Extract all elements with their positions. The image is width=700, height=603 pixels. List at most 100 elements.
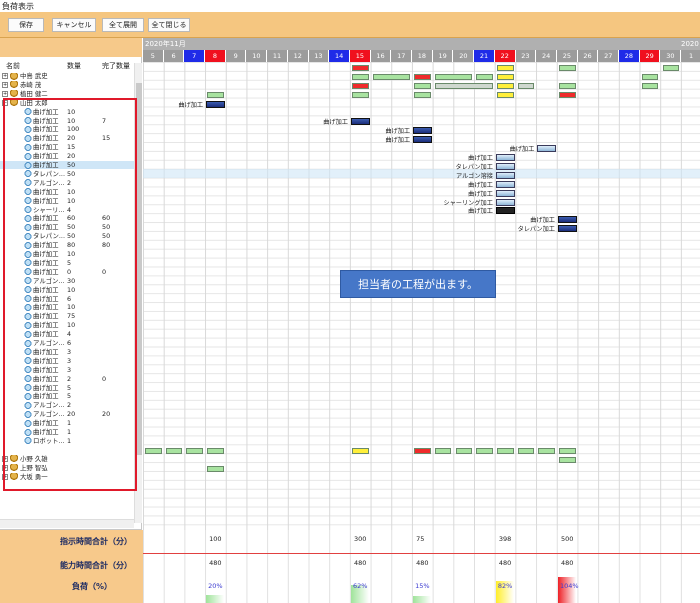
task-bar[interactable] — [413, 136, 432, 144]
tree-row[interactable]: + 中島 武史 — [0, 72, 134, 80]
load-meter — [413, 595, 432, 603]
load-bar[interactable] — [145, 447, 162, 454]
summary-value: 75 — [416, 535, 425, 543]
load-bar[interactable] — [559, 65, 576, 71]
day-cell: 23 — [515, 50, 537, 62]
load-bar[interactable] — [186, 447, 204, 454]
summary-value: 100 — [209, 535, 222, 543]
save-button[interactable]: 保存 — [8, 18, 44, 32]
task-bar[interactable] — [495, 171, 515, 179]
load-bar[interactable] — [496, 82, 514, 89]
day-cell: 28 — [619, 50, 640, 62]
month-label: 2020年11月 — [145, 40, 186, 48]
tree-row[interactable]: + 赤崎 茂 — [0, 81, 134, 89]
day-cell: 16 — [370, 50, 392, 62]
task-bar[interactable] — [413, 127, 432, 135]
load-bar[interactable] — [496, 65, 514, 71]
load-bar[interactable] — [434, 82, 493, 89]
task-label: タレパン加工 — [517, 226, 555, 234]
load-bar[interactable] — [207, 447, 224, 454]
tree-horizontal-scrollbar[interactable] — [0, 519, 134, 528]
expand-toggle-icon[interactable]: + — [2, 81, 8, 88]
load-bar[interactable] — [559, 447, 576, 454]
load-bar[interactable] — [352, 73, 369, 80]
summary-value: 480 — [498, 559, 512, 567]
day-cell: 14 — [329, 50, 350, 62]
tree-row[interactable]: + 植田 健二 — [0, 90, 134, 98]
day-cell: 22 — [494, 50, 516, 62]
next-month-label: 2020 — [681, 40, 699, 48]
task-bar[interactable] — [206, 100, 225, 108]
load-bar[interactable] — [517, 82, 535, 89]
load-bar[interactable] — [496, 73, 514, 80]
day-cell: 26 — [577, 50, 599, 62]
expand-toggle-icon[interactable]: + — [2, 90, 8, 97]
task-label: 曲げ加工 — [468, 155, 493, 162]
load-bar[interactable] — [496, 447, 514, 454]
collapse-all-button[interactable]: 全て閉じる — [148, 18, 190, 32]
load-bar[interactable] — [352, 91, 369, 98]
task-label: 曲げ加工 — [530, 217, 555, 225]
task-bar[interactable] — [495, 189, 515, 197]
load-bar[interactable] — [517, 447, 535, 454]
load-bar[interactable] — [414, 91, 431, 98]
load-bar[interactable] — [414, 73, 431, 80]
task-label: 曲げ加工 — [385, 137, 411, 145]
load-bar[interactable] — [372, 73, 411, 80]
task-label: 曲げ加工 — [178, 101, 204, 109]
load-bar[interactable] — [207, 465, 224, 472]
task-bar[interactable] — [495, 198, 515, 206]
task-bar[interactable] — [537, 145, 556, 153]
load-bar[interactable] — [414, 447, 431, 454]
task-bar[interactable] — [495, 207, 515, 215]
task-bar[interactable] — [495, 154, 515, 161]
callout-note: 担当者の工程が出ます。 — [340, 270, 496, 298]
task-bar[interactable] — [495, 162, 515, 170]
day-cell: 17 — [391, 50, 413, 62]
load-bar[interactable] — [352, 447, 369, 454]
load-bar[interactable] — [352, 65, 369, 71]
load-bar[interactable] — [455, 447, 473, 454]
load-bar[interactable] — [476, 73, 493, 80]
tree-row-name: 中島 武史 — [20, 72, 48, 80]
tree-header-name[interactable]: 名前 — [6, 61, 20, 71]
task-bar[interactable] — [558, 225, 577, 233]
tree-header-qty[interactable]: 数量 — [67, 61, 81, 71]
day-cell: 19 — [432, 50, 454, 62]
tree-top-strip — [0, 38, 142, 57]
expand-toggle-icon[interactable]: + — [2, 73, 8, 79]
load-bar[interactable] — [207, 91, 224, 98]
load-bar[interactable] — [496, 91, 514, 98]
load-bar[interactable] — [559, 456, 576, 463]
window-title: 負荷表示 — [2, 2, 34, 11]
load-bar[interactable] — [538, 447, 555, 454]
load-bar[interactable] — [434, 447, 452, 454]
load-bar[interactable] — [559, 91, 576, 98]
load-bar[interactable] — [165, 447, 183, 454]
load-bar[interactable] — [476, 447, 493, 454]
day-cell: 18 — [412, 50, 433, 62]
task-bar[interactable] — [495, 180, 515, 188]
load-bar[interactable] — [434, 73, 473, 80]
load-bar[interactable] — [352, 82, 369, 89]
load-bar[interactable] — [662, 65, 680, 71]
load-bar[interactable] — [414, 82, 431, 89]
cancel-button[interactable]: キャンセル — [52, 18, 96, 32]
tree-header-done[interactable]: 完了数量 — [102, 61, 130, 71]
selected-row-highlight — [143, 169, 700, 178]
expand-all-button[interactable]: 全て展開 — [102, 18, 144, 32]
day-cell: 1 — [681, 50, 700, 62]
toolbar: 保存 キャンセル 全て展開 全て閉じる — [0, 12, 700, 38]
load-bar[interactable] — [641, 73, 659, 80]
person-icon — [10, 90, 18, 98]
day-cell: 9 — [225, 50, 247, 62]
day-cell: 6 — [163, 50, 185, 62]
summary-value: 500 — [561, 535, 574, 543]
tree-row-name: 植田 健二 — [20, 89, 48, 98]
load-bar[interactable] — [559, 82, 576, 89]
day-cell: 15 — [350, 50, 371, 62]
load-bar[interactable] — [641, 82, 659, 89]
task-bar[interactable] — [558, 216, 577, 224]
day-cell: 21 — [474, 50, 495, 62]
task-bar[interactable] — [351, 118, 370, 126]
